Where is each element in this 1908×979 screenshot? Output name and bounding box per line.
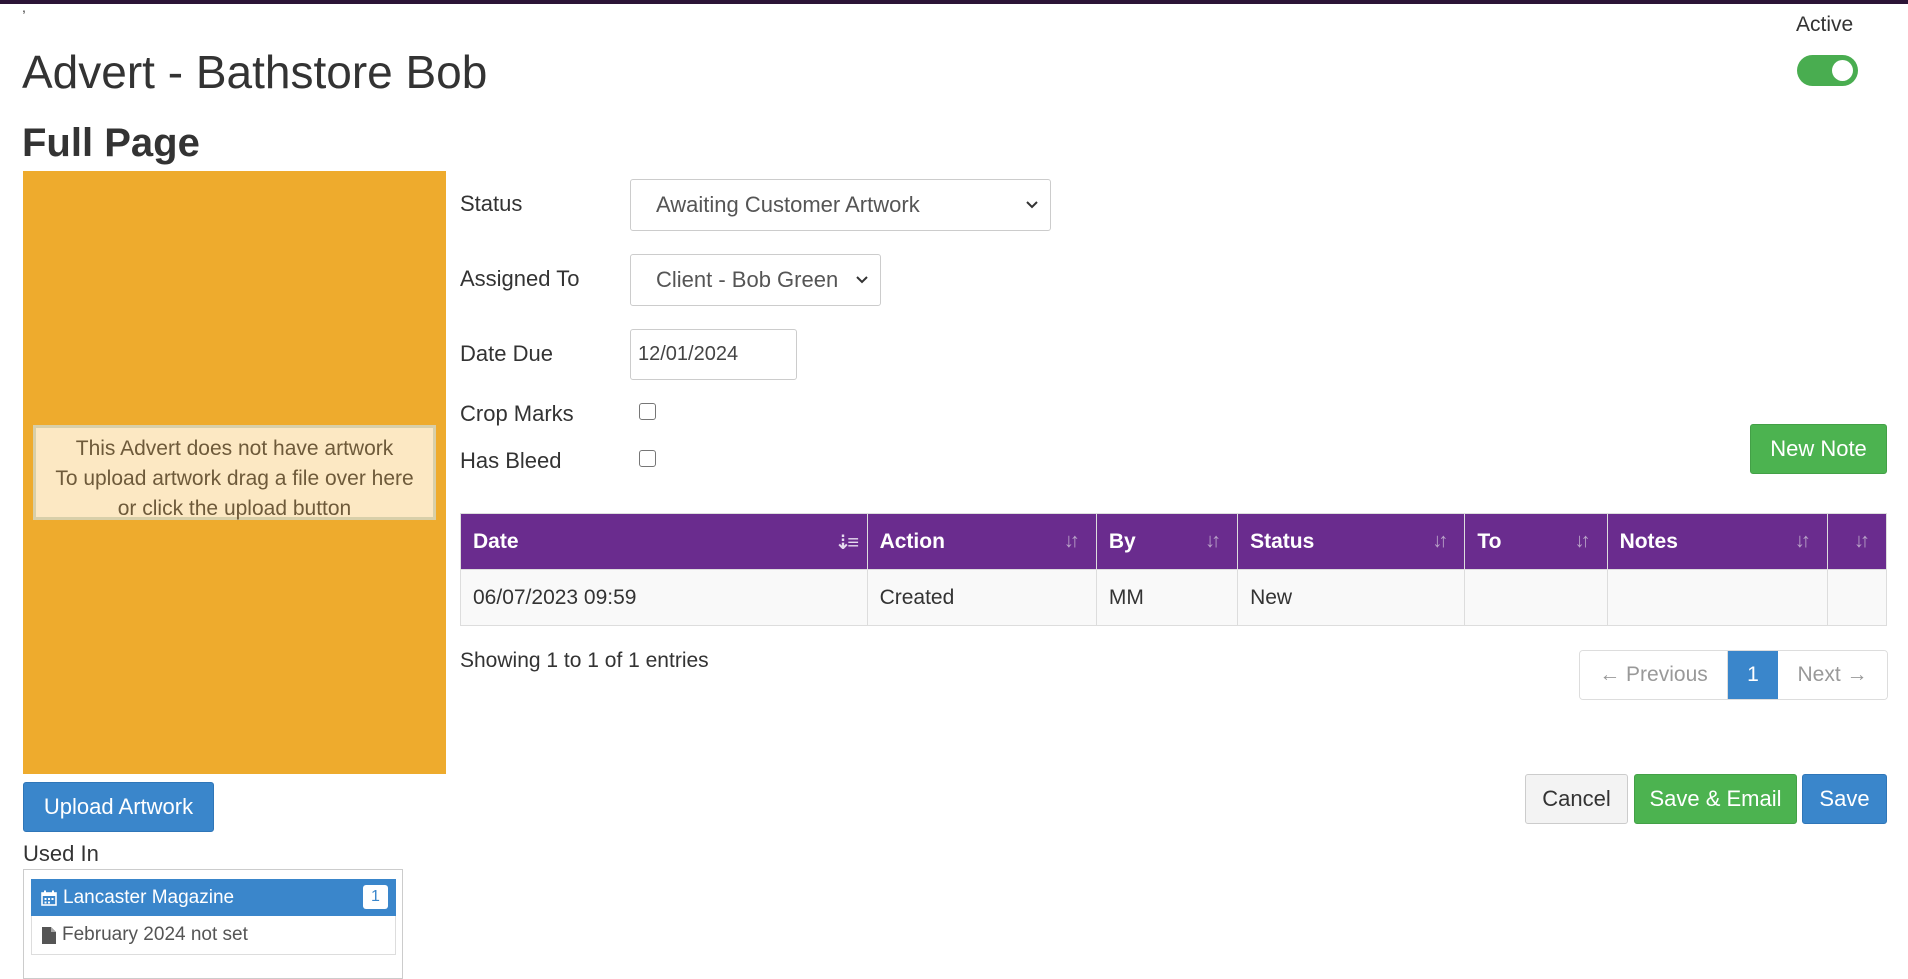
save-button[interactable]: Save — [1802, 774, 1887, 824]
used-in-list: Lancaster Magazine 1 February 2024 not s… — [23, 869, 403, 979]
top-bar — [0, 0, 1908, 4]
artwork-message-line: To upload artwork drag a file over here — [55, 467, 414, 490]
cell-status: New — [1237, 569, 1466, 626]
status-select[interactable]: Awaiting Customer Artwork — [630, 179, 1051, 231]
sort-icon: ↓↑ — [1794, 530, 1811, 552]
artwork-message-line: This Advert does not have artwork — [75, 437, 394, 460]
has-bleed-label: Has Bleed — [460, 448, 562, 473]
status-select-value: Awaiting Customer Artwork — [656, 192, 920, 217]
issue-count-badge: 1 — [363, 885, 388, 909]
toggle-knob — [1832, 60, 1853, 81]
save-email-button[interactable]: Save & Email — [1634, 774, 1797, 824]
date-due-input[interactable] — [630, 329, 797, 380]
header-mark: , — [22, 0, 26, 15]
column-header-status[interactable]: Status ↓↑ — [1237, 513, 1466, 570]
column-header-label: Notes — [1619, 529, 1678, 553]
previous-page-button[interactable]: ← Previous — [1580, 651, 1728, 699]
chevron-down-icon — [856, 276, 868, 284]
pagination: ← Previous 1 Next → — [1579, 650, 1888, 700]
active-label: Active — [1796, 13, 1854, 36]
sort-desc-icon: ⇣≡ — [834, 532, 859, 554]
issue-item[interactable]: February 2024 not set — [31, 916, 396, 955]
cell-action: Created — [866, 569, 1097, 626]
artwork-dropzone[interactable]: This Advert does not have artwork To upl… — [23, 171, 446, 774]
column-header-notes[interactable]: Notes ↓↑ — [1606, 513, 1828, 570]
assigned-to-label: Assigned To — [460, 266, 580, 291]
file-icon — [42, 926, 56, 944]
column-header-actions[interactable]: ↓↑ — [1826, 513, 1888, 570]
sort-icon: ↓↑ — [1574, 530, 1591, 552]
crop-marks-checkbox[interactable] — [639, 403, 656, 420]
new-note-button[interactable]: New Note — [1750, 424, 1887, 474]
assigned-to-value: Client - Bob Green — [656, 267, 839, 292]
table-row: 06/07/2023 09:59 Created MM New — [460, 569, 1888, 626]
entries-info: Showing 1 to 1 of 1 entries — [460, 649, 709, 672]
magazine-item[interactable]: Lancaster Magazine 1 — [31, 879, 396, 916]
column-header-label: Action — [879, 529, 945, 553]
column-header-by[interactable]: By ↓↑ — [1095, 513, 1239, 570]
column-header-label: Date — [473, 529, 519, 553]
no-artwork-message: This Advert does not have artwork To upl… — [33, 425, 436, 520]
used-in-label: Used In — [23, 841, 99, 866]
cell-row-actions — [1826, 569, 1888, 626]
next-page-button[interactable]: Next → — [1778, 651, 1887, 699]
column-header-date[interactable]: Date ⇣≡ — [460, 513, 868, 570]
artwork-message-line: or click the upload button — [117, 497, 352, 520]
assigned-to-select[interactable]: Client - Bob Green — [630, 254, 881, 306]
upload-artwork-button[interactable]: Upload Artwork — [23, 782, 214, 832]
status-label: Status — [460, 191, 523, 216]
column-header-label: Status — [1250, 529, 1315, 553]
advert-size-title: Full Page — [22, 121, 200, 165]
page-title: Advert - Bathstore Bob — [22, 46, 488, 98]
chevron-down-icon — [1026, 201, 1038, 209]
sort-icon: ↓↑ — [1432, 530, 1448, 552]
calendar-icon — [41, 890, 57, 906]
issue-name: February 2024 not set — [62, 924, 248, 945]
cell-date: 06/07/2023 09:59 — [460, 569, 868, 626]
column-header-label: To — [1477, 529, 1502, 553]
page-1-button[interactable]: 1 — [1728, 651, 1778, 699]
notes-table: Date ⇣≡ Action ↓↑ By ↓↑ Status ↓↑ To ↓↑ Notes… — [460, 513, 1888, 626]
cell-notes — [1606, 569, 1828, 626]
sort-icon: ↓↑ — [1063, 530, 1080, 552]
column-header-label: By — [1108, 529, 1136, 553]
active-toggle[interactable] — [1797, 55, 1858, 86]
column-header-to[interactable]: To ↓↑ — [1464, 513, 1608, 570]
sort-icon: ↓↑ — [1205, 530, 1221, 552]
cancel-button[interactable]: Cancel — [1525, 774, 1628, 824]
cell-to — [1464, 569, 1608, 626]
cell-by: MM — [1095, 569, 1239, 626]
date-due-label: Date Due — [460, 341, 553, 366]
has-bleed-checkbox[interactable] — [639, 450, 656, 467]
column-header-action[interactable]: Action ↓↑ — [866, 513, 1097, 570]
sort-icon: ↓↑ — [1854, 530, 1870, 552]
magazine-name: Lancaster Magazine — [63, 886, 235, 908]
crop-marks-label: Crop Marks — [460, 401, 574, 426]
table-header-row: Date ⇣≡ Action ↓↑ By ↓↑ Status ↓↑ To ↓↑ Notes… — [460, 513, 1888, 570]
